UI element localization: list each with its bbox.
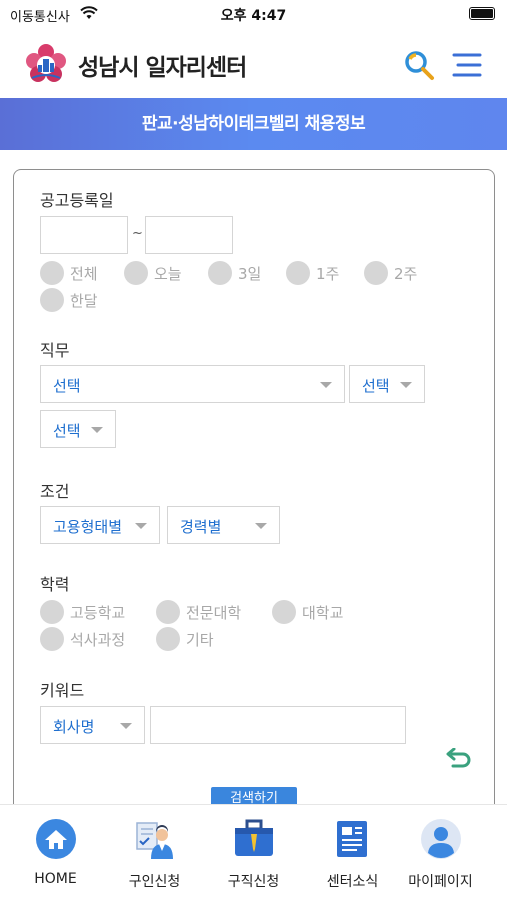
home-icon xyxy=(35,819,76,859)
education-option-highschool[interactable]: 고등학교 xyxy=(40,600,140,624)
date-option-label: 1주 xyxy=(316,265,340,283)
recruiter-icon xyxy=(135,822,173,859)
city-logo-icon[interactable] xyxy=(24,42,68,86)
end-date-input[interactable] xyxy=(145,216,233,254)
education-option-label: 전문대학 xyxy=(186,604,242,622)
education-option-university[interactable]: 대학교 xyxy=(272,600,372,624)
keyword-section-label: 키워드 xyxy=(40,681,85,700)
education-option-other[interactable]: 기타 xyxy=(156,627,236,651)
select-value: 경력별 xyxy=(180,518,222,536)
start-date-input[interactable] xyxy=(40,216,128,254)
job-section-label: 직무 xyxy=(40,341,70,360)
tab-recruit-request[interactable]: 구인신청 xyxy=(104,805,205,901)
select-value: 회사명 xyxy=(53,718,95,736)
hamburger-menu-icon[interactable] xyxy=(450,50,484,80)
tab-job-seek-request[interactable]: 구직신청 xyxy=(203,805,304,901)
select-value: 선택 xyxy=(53,422,81,440)
career-select[interactable]: 경력별 xyxy=(167,506,280,544)
condition-section-label: 조건 xyxy=(40,482,70,501)
keyword-input[interactable] xyxy=(150,706,406,744)
date-option-all[interactable]: 전체 xyxy=(40,261,110,285)
tab-label: HOME xyxy=(34,871,77,887)
radio-icon xyxy=(40,261,64,285)
education-section-label: 학력 xyxy=(40,575,70,594)
tab-label: 구인신청 xyxy=(128,874,181,890)
date-option-label: 2주 xyxy=(394,265,418,283)
briefcase-icon xyxy=(234,819,273,856)
keyword-field-select[interactable]: 회사명 xyxy=(40,706,145,744)
radio-icon xyxy=(124,261,148,285)
job-category-select[interactable]: 선택 xyxy=(40,365,345,403)
bottom-tab-bar: HOME 구인신청 구직신청 센터소식 마이페이지 xyxy=(0,804,507,900)
clock: 오후 4:47 xyxy=(220,8,287,24)
chevron-down-icon xyxy=(135,523,147,529)
chevron-down-icon xyxy=(320,382,332,388)
radio-icon xyxy=(286,261,310,285)
date-option-1month[interactable]: 한달 xyxy=(40,288,120,312)
education-option-label: 석사과정 xyxy=(70,631,126,649)
radio-icon xyxy=(40,627,64,651)
chevron-down-icon xyxy=(255,523,267,529)
date-option-label: 오늘 xyxy=(154,265,182,283)
date-range-separator: ~ xyxy=(132,226,143,241)
select-value: 선택 xyxy=(362,377,390,395)
app-header: 성남시 일자리센터 xyxy=(0,30,507,98)
education-option-label: 기타 xyxy=(186,631,214,649)
job-subcategory-select[interactable]: 선택 xyxy=(349,365,425,403)
radio-icon xyxy=(364,261,388,285)
radio-icon xyxy=(208,261,232,285)
radio-icon xyxy=(272,600,296,624)
date-option-today[interactable]: 오늘 xyxy=(124,261,194,285)
tab-label: 구직신청 xyxy=(227,874,280,890)
tab-center-news[interactable]: 센터소식 xyxy=(302,805,403,901)
radio-icon xyxy=(40,288,64,312)
date-option-label: 한달 xyxy=(70,292,98,310)
date-section-label: 공고등록일 xyxy=(40,191,114,210)
reset-icon[interactable] xyxy=(443,748,473,774)
app-title: 성남시 일자리센터 xyxy=(78,55,247,81)
job-detail-select[interactable]: 선택 xyxy=(40,410,116,448)
chevron-down-icon xyxy=(120,723,132,729)
tab-label: 센터소식 xyxy=(326,874,379,890)
select-value: 고용형태별 xyxy=(53,518,123,536)
tab-home[interactable]: HOME xyxy=(5,805,106,901)
page-banner: 판교·성남하이테크벨리 채용정보 xyxy=(0,98,507,150)
date-option-label: 전체 xyxy=(70,265,98,283)
user-icon xyxy=(420,819,461,859)
education-option-masters[interactable]: 석사과정 xyxy=(40,627,140,651)
date-option-1week[interactable]: 1주 xyxy=(286,261,356,285)
select-value: 선택 xyxy=(53,377,81,395)
date-option-label: 3일 xyxy=(238,265,262,283)
news-icon xyxy=(336,821,367,857)
radio-icon xyxy=(156,627,180,651)
tab-my-page[interactable]: 마이페이지 xyxy=(390,805,491,901)
date-option-2weeks[interactable]: 2주 xyxy=(364,261,434,285)
radio-icon xyxy=(156,600,180,624)
education-option-label: 고등학교 xyxy=(70,604,126,622)
chevron-down-icon xyxy=(91,427,103,433)
search-icon[interactable] xyxy=(402,48,436,82)
battery-icon xyxy=(469,7,495,20)
banner-title: 판교·성남하이테크벨리 채용정보 xyxy=(141,114,366,134)
status-bar: 이동통신사 오후 4:47 xyxy=(0,0,507,28)
education-option-label: 대학교 xyxy=(302,604,344,622)
employment-type-select[interactable]: 고용형태별 xyxy=(40,506,160,544)
tab-label: 마이페이지 xyxy=(408,874,473,890)
date-option-3days[interactable]: 3일 xyxy=(208,261,278,285)
chevron-down-icon xyxy=(400,382,412,388)
radio-icon xyxy=(40,600,64,624)
education-option-college[interactable]: 전문대학 xyxy=(156,600,256,624)
